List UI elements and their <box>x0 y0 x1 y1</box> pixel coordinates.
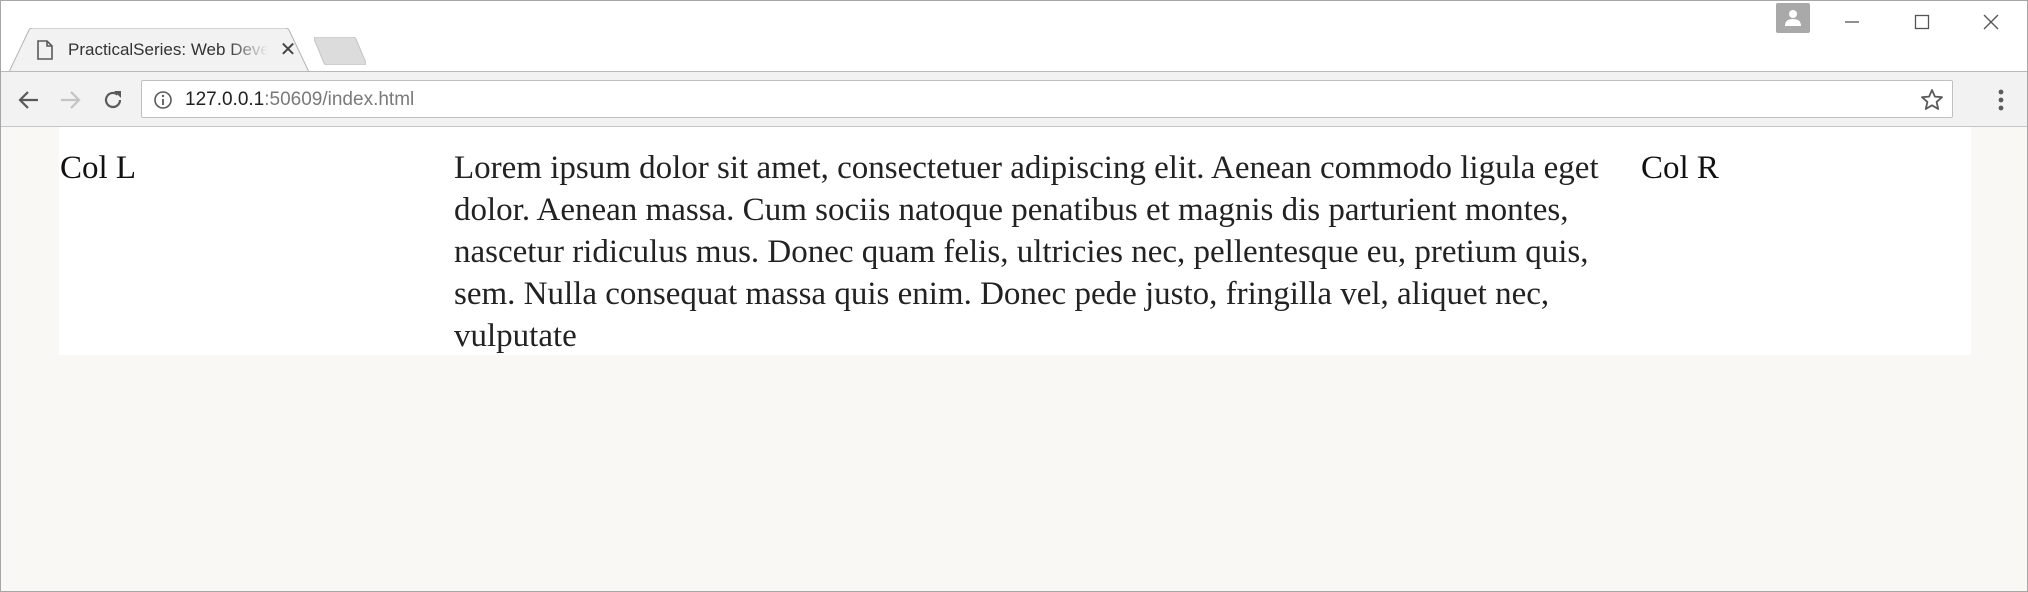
url-host: 127.0.0.1 <box>185 89 265 110</box>
column-right: Col R <box>1641 150 1719 186</box>
reload-button[interactable] <box>98 85 128 115</box>
maximize-icon <box>1914 14 1930 30</box>
tab-strip: PracticalSeries: Web Development ✕ <box>1 1 2027 72</box>
new-tab-button[interactable] <box>314 37 366 65</box>
url-path: :50609/index.html <box>264 89 415 110</box>
window-close-button[interactable] <box>1971 7 2011 37</box>
page-icon <box>37 40 55 62</box>
arrow-left-icon <box>18 91 38 109</box>
column-main: Lorem ipsum dolor sit amet, consectetuer… <box>454 150 1599 354</box>
url-text: 127.0.0.1:50609/index.html <box>185 89 414 111</box>
browser-tab[interactable]: PracticalSeries: Web Development ✕ <box>9 28 309 72</box>
tab-close-button[interactable]: ✕ <box>277 39 299 61</box>
kebab-menu-icon <box>1998 89 2004 111</box>
browser-toolbar: 127.0.0.1:50609/index.html <box>1 71 2027 127</box>
minimize-icon <box>1845 21 1859 23</box>
forward-button[interactable] <box>55 85 85 115</box>
browser-menu-button[interactable] <box>1989 85 2013 115</box>
three-column-row: Col L Lorem ipsum dolor sit amet, consec… <box>59 127 1971 355</box>
info-icon[interactable] <box>153 90 173 110</box>
tab-title: PracticalSeries: Web Development <box>68 40 268 59</box>
back-button[interactable] <box>14 85 44 115</box>
arrow-right-icon <box>61 91 81 109</box>
page-viewport: Col L Lorem ipsum dolor sit amet, consec… <box>1 127 2027 591</box>
person-icon <box>1785 10 1801 26</box>
profile-button[interactable] <box>1776 3 1810 33</box>
maximize-button[interactable] <box>1902 7 1942 37</box>
minimize-button[interactable] <box>1832 7 1872 37</box>
column-left: Col L <box>60 150 137 186</box>
address-bar[interactable]: 127.0.0.1:50609/index.html <box>141 80 1953 118</box>
browser-window: PracticalSeries: Web Development ✕ <box>0 0 2028 592</box>
star-icon[interactable] <box>1920 88 1944 112</box>
close-icon <box>1983 14 1999 30</box>
reload-icon <box>104 91 122 109</box>
